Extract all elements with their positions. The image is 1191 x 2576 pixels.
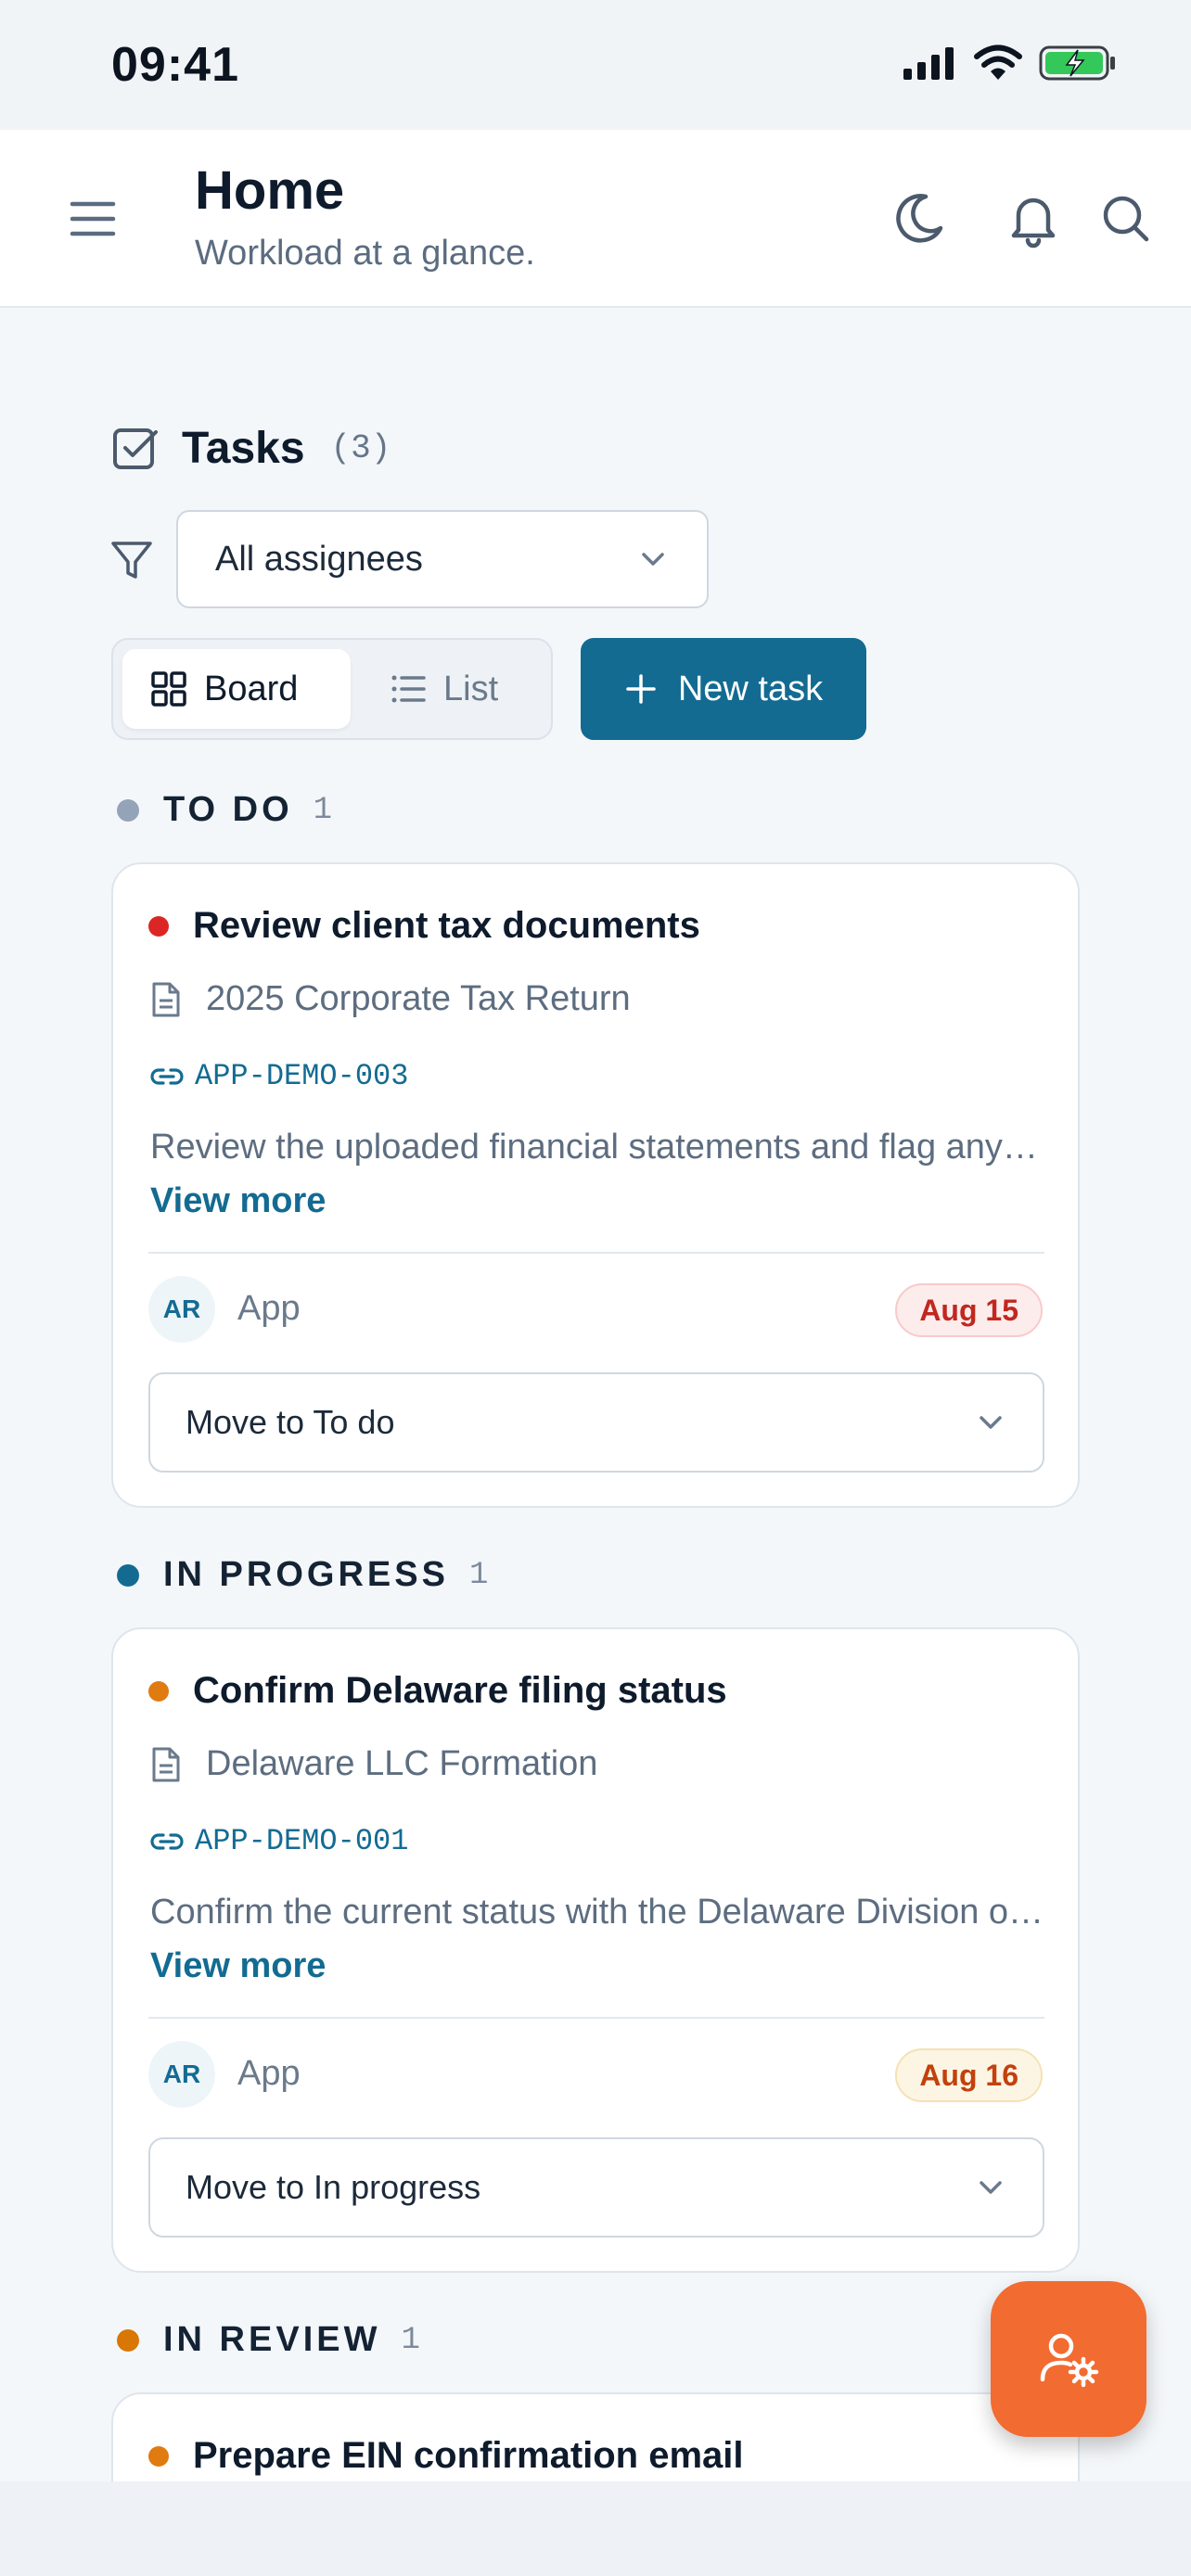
view-toggle: Board List	[111, 638, 553, 740]
avatar: AR	[148, 1276, 215, 1343]
board-view-label: Board	[204, 669, 299, 708]
task-ref-code: APP-DEMO-001	[195, 1824, 409, 1858]
task-project-name: 2025 Corporate Tax Return	[206, 979, 631, 1018]
filter-icon	[111, 542, 152, 579]
column-header-in-progress: IN PROGRESS 1	[117, 1555, 488, 1595]
priority-dot	[148, 2445, 169, 2467]
cellular-signal-icon	[903, 47, 954, 80]
app-header: Home Workload at a glance.	[0, 130, 1191, 308]
task-card[interactable]: Confirm Delaware filing status Delaware …	[111, 1627, 1080, 2273]
moon-icon[interactable]	[889, 189, 948, 249]
column-count: 1	[401, 2322, 420, 2358]
link-icon	[150, 1832, 184, 1850]
assignee-name: App	[237, 1289, 301, 1328]
task-project-name: Delaware LLC Formation	[206, 1744, 598, 1783]
status-time: 09:41	[111, 38, 239, 92]
hamburger-menu-icon[interactable]	[67, 193, 119, 245]
search-icon[interactable]	[1096, 189, 1156, 249]
task-title[interactable]: Prepare EIN confirmation email	[193, 2435, 744, 2477]
chevron-down-icon	[642, 553, 664, 566]
view-more-link[interactable]: View more	[150, 1181, 326, 1221]
task-project[interactable]: Delaware LLC Formation	[150, 1744, 597, 1784]
link-icon	[150, 1067, 184, 1085]
column-status-dot	[117, 798, 139, 822]
list-view-button[interactable]: List	[362, 649, 538, 729]
column-status-dot	[117, 1563, 139, 1587]
task-ref-link[interactable]: APP-DEMO-001	[150, 1824, 408, 1858]
column-label: IN PROGRESS	[163, 1555, 449, 1594]
move-status-value: Move to To do	[186, 1403, 395, 1441]
checkbox-square-icon	[113, 427, 158, 469]
document-icon	[152, 982, 180, 1016]
chevron-down-icon	[980, 2181, 1002, 2194]
wifi-icon	[974, 45, 1022, 80]
column-label: TO DO	[163, 790, 293, 829]
task-title[interactable]: Confirm Delaware filing status	[193, 1670, 727, 1712]
battery-charging-icon	[1039, 45, 1115, 81]
new-task-label: New task	[677, 669, 824, 708]
chevron-down-icon	[980, 1416, 1002, 1429]
column-count: 1	[313, 792, 333, 828]
avatar: AR	[148, 2041, 215, 2108]
task-ref-link[interactable]: APP-DEMO-003	[150, 1059, 408, 1093]
view-more-link[interactable]: View more	[150, 1946, 326, 1986]
move-status-value: Move to In progress	[186, 2168, 481, 2206]
column-status-dot	[117, 2328, 139, 2352]
column-count: 1	[468, 1557, 489, 1593]
tasks-section-heading: Tasks (3)	[111, 423, 391, 474]
task-title[interactable]: Review client tax documents	[193, 905, 700, 947]
grid-icon	[151, 671, 186, 707]
plus-icon	[626, 674, 656, 704]
page-title: Home	[195, 160, 345, 221]
bell-icon[interactable]	[1004, 189, 1063, 249]
task-description: Review the uploaded financial statements…	[150, 1128, 1046, 1167]
list-view-label: List	[443, 669, 499, 708]
move-status-select[interactable]: Move to In progress	[148, 2137, 1044, 2238]
task-ref-code: APP-DEMO-003	[195, 1059, 409, 1093]
column-header-todo: TO DO 1	[117, 790, 332, 830]
card-title-row: Review client tax documents	[148, 905, 700, 947]
task-project[interactable]: 2025 Corporate Tax Return	[150, 979, 631, 1019]
user-settings-icon	[1040, 2333, 1099, 2388]
assignee-filter-select[interactable]: All assignees	[176, 510, 709, 608]
due-date-badge: Aug 16	[895, 2048, 1043, 2102]
priority-dot	[148, 1680, 169, 1702]
list-icon	[391, 675, 426, 703]
column-header-in-review: IN REVIEW 1	[117, 2320, 420, 2360]
status-icons	[902, 45, 1117, 82]
tasks-title: Tasks	[182, 424, 305, 473]
due-date-badge: Aug 15	[895, 1283, 1043, 1337]
assignee-name: App	[237, 2054, 301, 2093]
card-title-row: Confirm Delaware filing status	[148, 1670, 727, 1712]
priority-dot	[148, 915, 169, 937]
card-title-row: Prepare EIN confirmation email	[148, 2435, 744, 2477]
bottom-safe-area	[0, 2481, 1191, 2576]
page-subtitle: Workload at a glance.	[195, 234, 535, 273]
task-description: Confirm the current status with the Dela…	[150, 1893, 1046, 1932]
assignee-settings-fab[interactable]	[991, 2281, 1146, 2437]
task-card[interactable]: Review client tax documents 2025 Corpora…	[111, 862, 1080, 1508]
move-status-select[interactable]: Move to To do	[148, 1372, 1044, 1473]
tasks-count: (3)	[330, 429, 391, 467]
card-divider	[148, 2017, 1044, 2019]
column-label: IN REVIEW	[163, 2320, 381, 2359]
status-bar: 09:41	[0, 0, 1191, 130]
assignee-filter-value: All assignees	[215, 539, 423, 579]
board-view-button[interactable]: Board	[122, 649, 351, 729]
card-divider	[148, 1252, 1044, 1254]
new-task-button[interactable]: New task	[581, 638, 866, 740]
document-icon	[152, 1747, 180, 1781]
